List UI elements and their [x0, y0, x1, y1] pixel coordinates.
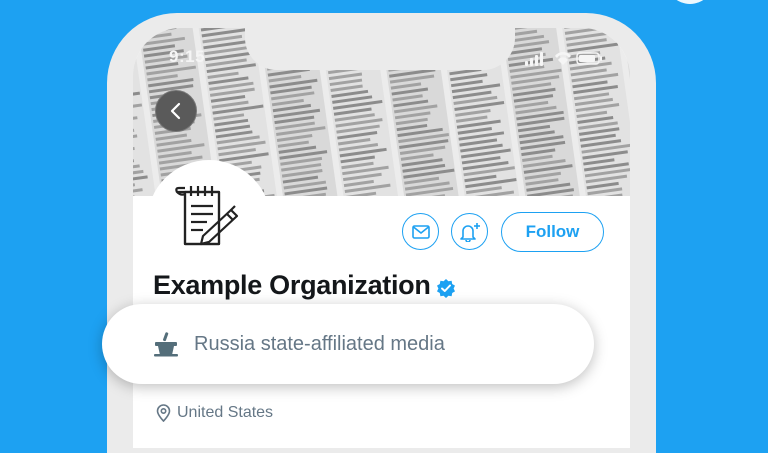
- status-icons: [525, 52, 602, 66]
- profile-name-row: Example Organization: [153, 270, 456, 301]
- phone-screen: 9:15 Follow Example Organization: [133, 28, 630, 448]
- follow-button[interactable]: Follow: [501, 212, 604, 252]
- decorative-circle: [666, 0, 714, 4]
- state-affiliated-text: Russia state-affiliated media: [194, 332, 445, 355]
- location-pin-icon: [156, 404, 171, 422]
- verified-badge-icon: [436, 278, 455, 298]
- mail-icon: [411, 224, 430, 239]
- status-time: 9:15: [169, 47, 206, 66]
- phone-notch: [245, 28, 515, 70]
- bell-plus-icon: [459, 222, 480, 242]
- profile-location: United States: [156, 404, 273, 422]
- chevron-left-icon: [170, 102, 181, 120]
- podium-icon: [154, 332, 178, 357]
- notepad-pen-icon: [175, 186, 239, 246]
- state-affiliated-label: Russia state-affiliated media: [102, 304, 594, 384]
- profile-avatar[interactable]: [147, 160, 271, 284]
- message-button[interactable]: [402, 213, 439, 250]
- notifications-button[interactable]: [451, 213, 488, 250]
- profile-name: Example Organization: [153, 270, 431, 300]
- back-button[interactable]: [155, 90, 197, 132]
- location-text: United States: [177, 404, 274, 421]
